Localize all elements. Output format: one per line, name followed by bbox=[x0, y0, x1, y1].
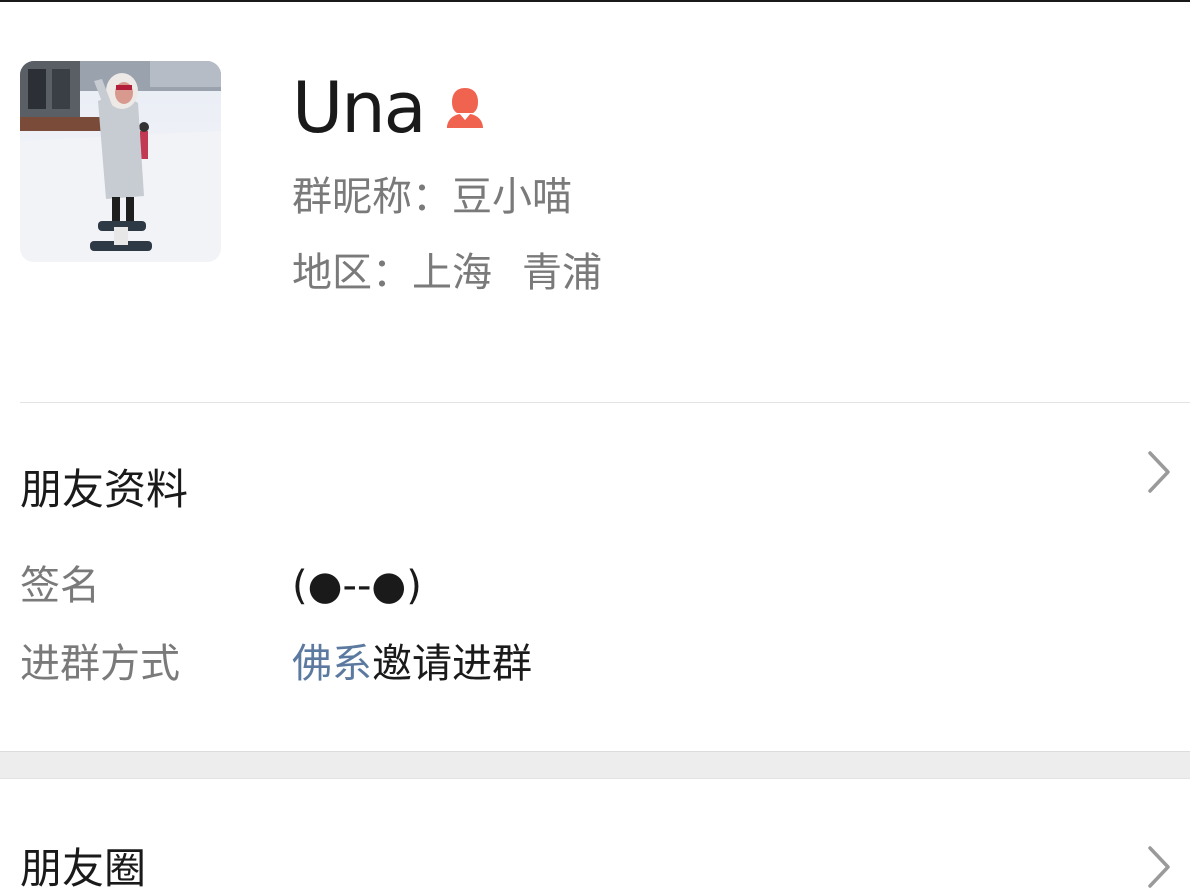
join-method-label: 进群方式 bbox=[20, 641, 180, 687]
female-user-icon bbox=[441, 84, 489, 132]
contact-profile-page: Una 群昵称：豆小喵 地区：上海 青浦 朋友资料 签名 (●--●) 进群方式 … bbox=[0, 0, 1190, 892]
chevron-right-icon[interactable] bbox=[1142, 844, 1176, 890]
divider bbox=[20, 402, 1190, 403]
join-method-suffix: 邀请进群 bbox=[372, 641, 532, 687]
group-nickname: 群昵称：豆小喵 bbox=[292, 174, 572, 220]
region-province: 上海 bbox=[412, 250, 492, 296]
contact-name: Una bbox=[292, 67, 426, 149]
section-gap bbox=[0, 752, 1190, 778]
section-divider bbox=[0, 778, 1190, 779]
signature-value: (●--●) bbox=[292, 563, 422, 609]
signature-label: 签名 bbox=[20, 563, 100, 609]
inviter-link[interactable]: 佛系 bbox=[292, 641, 372, 687]
avatar-photo bbox=[20, 61, 221, 262]
region-label: 地区： bbox=[292, 250, 412, 296]
region: 地区：上海 青浦 bbox=[292, 249, 602, 297]
moments-title[interactable]: 朋友圈 bbox=[20, 844, 146, 892]
friend-info-title[interactable]: 朋友资料 bbox=[20, 465, 188, 515]
join-method-value: 佛系邀请进群 bbox=[292, 640, 532, 688]
avatar[interactable] bbox=[20, 61, 221, 262]
name-row: Una bbox=[292, 68, 489, 148]
region-city: 青浦 bbox=[522, 250, 602, 296]
chevron-right-icon[interactable] bbox=[1142, 449, 1176, 495]
top-border bbox=[0, 0, 1190, 2]
